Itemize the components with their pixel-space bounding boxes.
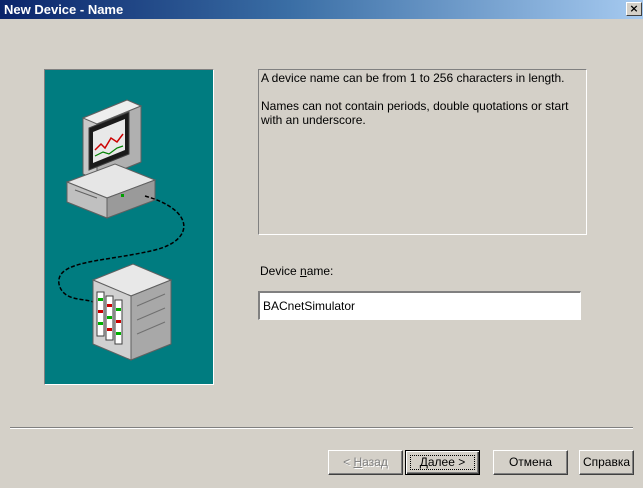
- network-illustration: [58, 99, 185, 361]
- device-name-label-prefix: Device: [260, 264, 301, 278]
- device-name-label-suffix: ame:: [306, 264, 334, 278]
- device-name-label-mnemonic: n: [300, 264, 307, 278]
- button-separator: [10, 427, 633, 429]
- info-text-restrictions: Names can not contain periods, double qu…: [261, 99, 569, 127]
- help-button[interactable]: Справка: [579, 450, 634, 475]
- next-button[interactable]: Далее >: [405, 450, 480, 475]
- back-button-prefix: <: [343, 455, 354, 469]
- window-title: New Device - Name: [4, 2, 124, 17]
- close-button[interactable]: ×: [626, 2, 642, 16]
- device-name-label: Device name:: [260, 264, 333, 278]
- wizard-illustration: [44, 69, 214, 385]
- computer-icon: [65, 99, 157, 219]
- device-name-input[interactable]: [258, 291, 581, 320]
- device-cabinet-icon: [91, 263, 173, 361]
- focus-rectangle: [410, 455, 475, 470]
- back-button-mnemonic: Н: [353, 455, 363, 469]
- back-button-suffix: азад: [362, 455, 388, 469]
- back-button[interactable]: < Назад: [328, 450, 403, 475]
- title-bar[interactable]: New Device - Name ×: [0, 0, 643, 19]
- dialog-window: New Device - Name × A device name can be…: [0, 0, 643, 488]
- info-panel: A device name can be from 1 to 256 chara…: [258, 69, 587, 235]
- close-icon: ×: [629, 2, 639, 15]
- info-text-length: A device name can be from 1 to 256 chara…: [261, 71, 565, 85]
- cancel-button[interactable]: Отмена: [493, 450, 568, 475]
